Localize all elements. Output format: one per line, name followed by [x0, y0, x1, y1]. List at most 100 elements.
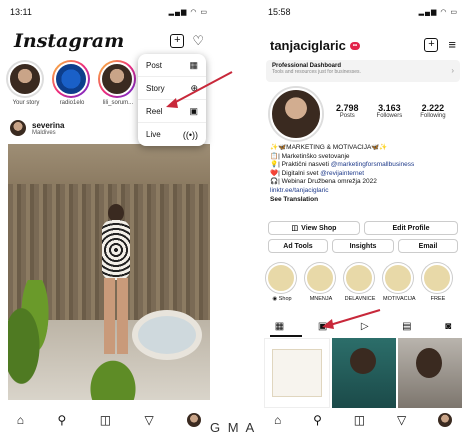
profile-avatar[interactable] — [270, 88, 322, 140]
menu-item-post[interactable]: Post ▦ — [138, 54, 206, 77]
shop-icon: ◫ — [291, 225, 299, 232]
bio-website-link[interactable]: linktr.ee/tanjaciglaric — [270, 187, 460, 196]
photo-plant — [8, 280, 53, 390]
stat-label: Posts — [339, 113, 355, 119]
email-button[interactable]: Email — [398, 239, 458, 253]
story-item[interactable]: lili_sorum... — [98, 60, 138, 106]
stat-posts[interactable]: 2.798 Posts — [336, 103, 359, 119]
highlight-cover — [266, 263, 296, 293]
button-label: Ad Tools — [283, 242, 313, 250]
menu-item-reel[interactable]: Reel ▣ — [138, 100, 206, 123]
avatar — [8, 62, 42, 96]
active-tab-indicator — [270, 335, 302, 337]
bio-mention-link[interactable]: @revijainternet — [320, 170, 364, 177]
post-photo[interactable] — [8, 144, 210, 400]
video-tab-icon[interactable]: ▷ — [361, 321, 369, 332]
menu-item-story[interactable]: Story ⊕ — [138, 77, 206, 100]
tagged-tab-icon[interactable]: ◙ — [445, 321, 451, 332]
stat-label: Followers — [376, 113, 403, 119]
stat-number: 2.222 — [421, 103, 445, 113]
menu-item-label: Story — [146, 83, 165, 93]
highlight-label: ◉ Shop — [266, 296, 298, 302]
grid-post[interactable] — [332, 338, 396, 408]
guides-tab-icon[interactable]: ▤ — [402, 321, 411, 332]
story-highlights: ◉ Shop MNENJA DELAVNICE MOTIVACIJA FREE — [266, 263, 454, 302]
story-ring — [52, 60, 90, 98]
stat-following[interactable]: 2.222 Following — [420, 103, 445, 119]
insights-button[interactable]: Insights — [332, 239, 394, 253]
send-icon[interactable]: ▽ — [145, 413, 154, 427]
heart-icon[interactable]: ♡ — [192, 34, 204, 48]
highlight-item[interactable]: DELAVNICE — [344, 263, 376, 302]
status-time: 13:11 — [10, 7, 32, 17]
highlight-item[interactable]: FREE — [422, 263, 454, 302]
menu-item-live[interactable]: Live ((•)) — [138, 123, 206, 146]
create-menu: Post ▦ Story ⊕ Reel ▣ Live ((•)) — [138, 54, 206, 146]
bio-text: ❤️| Digitalni svet — [270, 169, 321, 177]
bio-text: 💡| Praktični nasveti — [270, 161, 331, 169]
post-username: severina — [32, 120, 65, 130]
bio-line: 🎧| Webinar Družbena omrežja 2022 — [270, 178, 377, 186]
professional-dashboard[interactable]: Professional Dashboard Tools and resourc… — [266, 60, 460, 82]
menu-item-label: Post — [146, 60, 163, 70]
highlight-item[interactable]: ◉ Shop — [266, 263, 298, 302]
photo-person — [96, 204, 136, 354]
story-ring — [98, 60, 136, 98]
send-icon[interactable]: ▽ — [397, 413, 406, 427]
search-icon[interactable]: ⚲ — [57, 413, 66, 427]
shop-icon[interactable]: ◫ — [100, 413, 111, 427]
avatar — [100, 62, 134, 96]
shop-icon[interactable]: ◫ — [354, 413, 365, 427]
status-bar: 13:11 ▂▄▆ ◠ ▭ — [10, 6, 208, 18]
plus-square-icon[interactable]: + — [170, 34, 185, 48]
ad-tools-button[interactable]: Ad Tools — [268, 239, 328, 253]
post-location: Maldives — [32, 129, 56, 136]
story-item[interactable]: radio1elo — [52, 60, 92, 106]
grid-post[interactable] — [264, 338, 330, 408]
highlight-label-text: Shop — [278, 296, 292, 302]
photo-background — [8, 144, 210, 184]
home-icon[interactable]: ⌂ — [274, 413, 281, 427]
search-icon[interactable]: ⚲ — [313, 413, 322, 427]
person-body — [102, 220, 130, 280]
grid-post[interactable] — [398, 338, 462, 408]
stat-followers[interactable]: 3.163 Followers — [377, 103, 403, 119]
story-icon: ⊕ — [190, 82, 198, 93]
top-actions: + ≡ — [424, 38, 456, 52]
watermark-text: G M A — [210, 420, 257, 433]
quote-card — [272, 349, 322, 397]
stat-number: 2.798 — [336, 103, 359, 113]
profile-icon[interactable] — [187, 413, 202, 427]
profile-icon[interactable] — [438, 413, 453, 427]
highlight-item[interactable]: MOTIVACIJA — [383, 263, 416, 302]
chevron-right-icon: › — [451, 66, 454, 75]
see-translation-link[interactable]: See Translation — [270, 196, 460, 205]
dashboard-subtitle: Tools and resources just for businesses. — [272, 69, 361, 75]
bottom-nav: ⌂ ⚲ ◫ ▽ — [0, 407, 218, 433]
person-legs — [104, 278, 128, 354]
home-icon[interactable]: ⌂ — [17, 413, 24, 427]
highlight-item[interactable]: MNENJA — [305, 263, 337, 302]
highlight-label: FREE — [430, 296, 446, 302]
edit-profile-button[interactable]: Edit Profile — [364, 221, 458, 235]
menu-icon[interactable]: ≡ — [448, 38, 456, 52]
plus-square-icon[interactable]: + — [424, 38, 439, 52]
highlight-cover — [383, 263, 413, 293]
bio-mention-link[interactable]: @marketingforsmallbusiness — [331, 161, 415, 168]
reels-tab-icon[interactable]: ▣ — [318, 321, 327, 332]
view-shop-button[interactable]: ◫ View Shop — [268, 221, 360, 235]
profile-stats: 2.798 Posts 3.163 Followers 2.222 Follow… — [336, 103, 446, 119]
stories-tray: Your story radio1elo lili_sorum... — [6, 60, 138, 106]
stat-number: 3.163 — [378, 103, 401, 113]
story-item[interactable]: Your story — [6, 60, 46, 106]
bottom-nav: ⌂ ⚲ ◫ ▽ — [258, 407, 468, 433]
profile-username[interactable]: tanjaciglaric •• — [270, 38, 361, 53]
highlight-cover — [305, 263, 335, 293]
stat-label: Following — [420, 113, 446, 119]
grid-tab-icon[interactable]: ▦ — [275, 321, 284, 332]
status-icons: ▂▄▆ ◠ ▭ — [418, 9, 458, 16]
bio-line: ✨🦋MARKETING & MOTIVACIJA🦋✨ — [270, 144, 388, 151]
button-label: Email — [418, 242, 438, 250]
status-time: 15:58 — [268, 7, 291, 17]
post-header[interactable]: severina Maldives — [10, 120, 64, 136]
